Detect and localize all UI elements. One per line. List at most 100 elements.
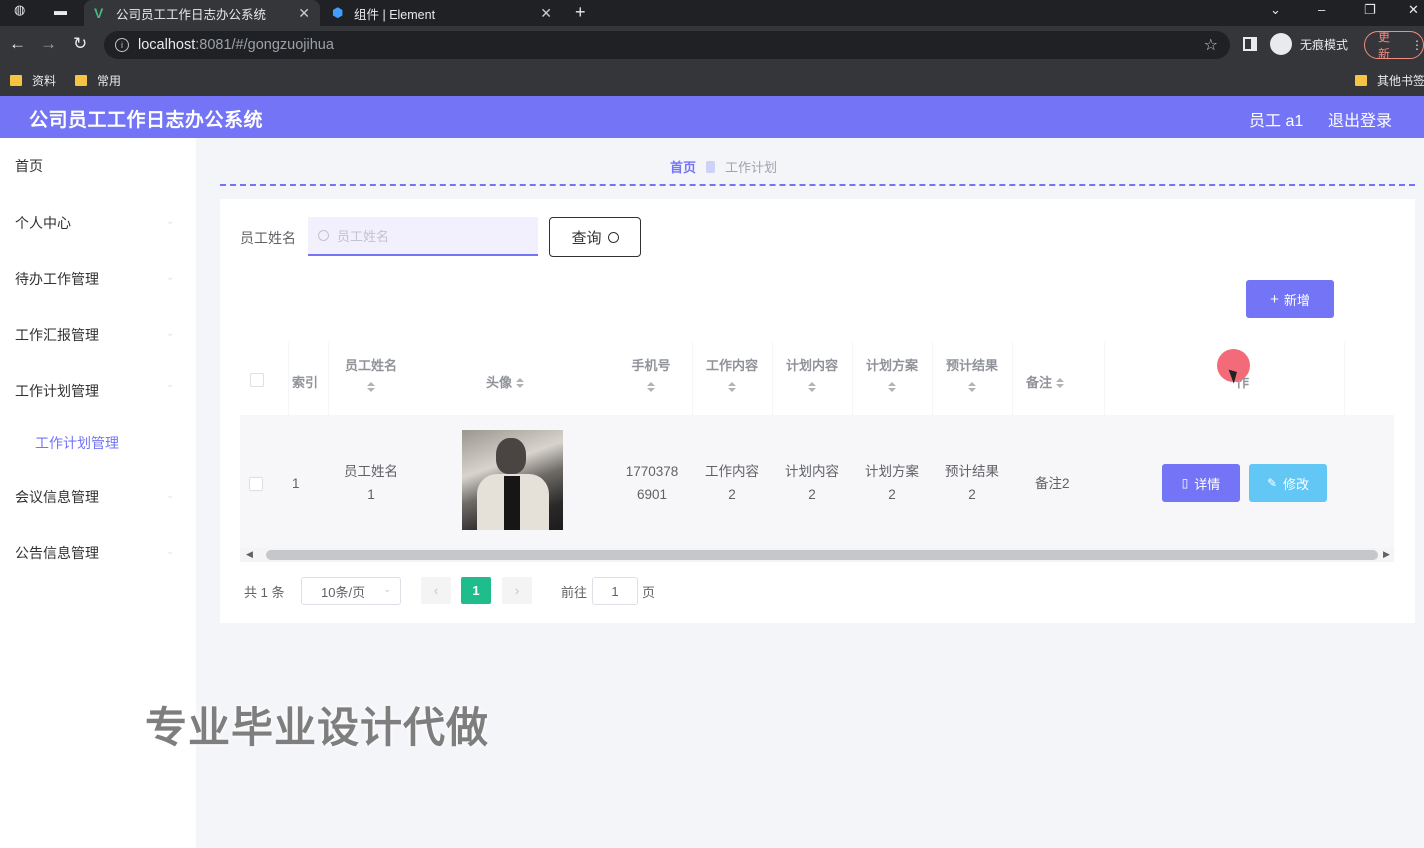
sort-icon[interactable]: [808, 382, 816, 393]
sidebar-item-meeting[interactable]: 会议信息管理: [15, 487, 99, 507]
th-remark[interactable]: 备注: [1026, 372, 1065, 391]
minimize-icon[interactable]: –: [1318, 2, 1325, 17]
chevron-icon: ⌄: [166, 490, 175, 501]
tab-element[interactable]: ⬢ 组件 | Element ✕: [322, 0, 562, 26]
cell-plan-line1: 计划内容: [785, 464, 839, 479]
tab-list-chevron-icon[interactable]: ⌄: [1270, 2, 1281, 18]
sidebar-subitem-plan-manage[interactable]: 工作计划管理: [35, 433, 119, 453]
back-icon[interactable]: ←: [9, 34, 26, 54]
breadcrumb-home[interactable]: 首页: [670, 157, 696, 176]
kebab-menu-icon[interactable]: ⋮: [1411, 38, 1423, 52]
sort-icon[interactable]: [647, 382, 655, 393]
th-plan[interactable]: 计划内容: [779, 355, 845, 393]
column-divider: [1344, 342, 1345, 415]
cell-name-line2: 1: [367, 487, 375, 502]
sidebar-item-todo[interactable]: 待办工作管理: [15, 269, 99, 289]
th-result[interactable]: 预计结果: [939, 355, 1005, 393]
sidebar-item-personal[interactable]: 个人中心: [15, 213, 71, 233]
add-button-label: 新增: [1283, 292, 1310, 308]
th-name-label: 员工姓名: [344, 358, 397, 373]
other-bookmarks[interactable]: 其他书签: [1355, 72, 1424, 89]
watermark-text: 专业毕业设计代做: [145, 704, 490, 751]
query-button[interactable]: 查询: [549, 217, 641, 257]
cell-scheme-line2: 2: [888, 487, 896, 502]
reload-icon[interactable]: ↻: [73, 34, 87, 54]
sidebar-item-notice[interactable]: 公告信息管理: [15, 543, 99, 563]
horizontal-scrollbar[interactable]: ◀ ▶: [240, 548, 1394, 562]
bookmarks-bar: 资料 常用 其他书签: [0, 64, 1424, 96]
window-close-icon[interactable]: ✕: [1408, 2, 1419, 18]
folder-icon: [1355, 75, 1367, 86]
bookmark-folder-common[interactable]: 常用: [75, 72, 121, 89]
update-button[interactable]: 更新 ⋮: [1364, 30, 1424, 61]
restore-icon[interactable]: ❐: [1364, 2, 1376, 18]
bookmark-folder-docs[interactable]: 资料: [10, 72, 56, 89]
th-index[interactable]: 索引: [292, 372, 318, 391]
th-work[interactable]: 工作内容: [699, 355, 765, 393]
pagination-total: 共 1 条: [244, 585, 285, 600]
sort-icon[interactable]: [367, 382, 375, 393]
scroll-right-icon[interactable]: ▶: [1383, 549, 1390, 560]
scrollbar-thumb[interactable]: [266, 550, 1378, 560]
sidebar-item-plan[interactable]: 工作计划管理: [15, 381, 99, 401]
add-button[interactable]: + 新增: [1246, 280, 1334, 318]
side-panel-icon[interactable]: [1243, 37, 1257, 51]
sort-icon[interactable]: [968, 382, 976, 393]
forward-icon[interactable]: →: [40, 34, 57, 54]
sort-icon[interactable]: [728, 382, 736, 393]
row-checkbox[interactable]: [249, 477, 263, 491]
cell-name-line1: 员工姓名: [344, 464, 398, 479]
cell-scheme: 计划方案 2: [859, 460, 925, 506]
page-number-current[interactable]: 1: [461, 577, 491, 604]
app-title: 公司员工工作日志办公系统: [29, 110, 264, 131]
column-divider: [328, 342, 329, 415]
cell-phone-line2: 6901: [636, 487, 668, 502]
sidebar-item-home[interactable]: 首页: [15, 156, 43, 176]
select-all-checkbox[interactable]: [250, 373, 264, 387]
column-divider: [1012, 342, 1013, 415]
sort-icon[interactable]: [516, 378, 525, 389]
sort-icon[interactable]: [888, 382, 896, 393]
sidebar-item-report[interactable]: 工作汇报管理: [15, 325, 99, 345]
th-name[interactable]: 员工姓名: [338, 355, 404, 393]
page-size-select[interactable]: 10条/页 ⌄: [301, 577, 401, 605]
app-header: 公司员工工作日志办公系统 员工 a1 退出登录: [0, 96, 1424, 138]
th-avatar[interactable]: 头像: [486, 372, 525, 391]
edit-pen-icon: ✎: [1266, 476, 1278, 490]
close-icon[interactable]: ✕: [540, 5, 552, 22]
prev-page-button[interactable]: ‹: [421, 577, 451, 604]
search-input[interactable]: 员工姓名: [308, 217, 538, 256]
address-bar: ← → ↻ i localhost:8081/#/gongzuojihua ☆ …: [0, 26, 1424, 64]
plus-icon: +: [1270, 290, 1279, 308]
th-index-label: 索引: [292, 375, 319, 390]
new-tab-icon[interactable]: +: [575, 2, 586, 23]
url-field[interactable]: i localhost:8081/#/gongzuojihua ☆: [104, 31, 1230, 59]
cell-work-line2: 2: [728, 487, 736, 502]
incognito-indicator[interactable]: 无痕模式: [1270, 33, 1348, 55]
cell-phone-line1: 1770378: [625, 464, 679, 479]
goto-label: 前往: [561, 585, 588, 600]
th-scheme[interactable]: 计划方案: [859, 355, 925, 393]
tab-search-icon[interactable]: ▬: [54, 3, 67, 18]
chevron-down-icon: ⌄: [383, 584, 391, 594]
th-phone-label: 手机号: [631, 358, 671, 373]
incognito-label: 无痕模式: [1300, 37, 1349, 52]
close-icon[interactable]: ✕: [298, 5, 310, 22]
scroll-left-icon[interactable]: ◀: [246, 549, 253, 560]
bookmark-star-icon[interactable]: ☆: [1204, 35, 1218, 55]
edit-button[interactable]: ✎ 修改: [1249, 464, 1327, 502]
sort-icon[interactable]: [1056, 378, 1065, 389]
goto-page-input[interactable]: 1: [592, 577, 638, 605]
next-page-button[interactable]: ›: [502, 577, 532, 604]
logout-link[interactable]: 退出登录: [1328, 107, 1392, 131]
th-avatar-label: 头像: [486, 375, 513, 390]
globe-icon[interactable]: ◍: [14, 2, 25, 18]
site-info-icon[interactable]: i: [115, 38, 129, 52]
bookmark-label: 常用: [97, 74, 122, 88]
detail-button[interactable]: ▯ 详情: [1162, 464, 1240, 502]
tab-app[interactable]: V 公司员工工作日志办公系统 ✕: [84, 0, 320, 26]
th-phone[interactable]: 手机号: [618, 355, 684, 393]
other-bookmarks-label: 其他书签: [1377, 74, 1424, 88]
chevron-icon: ⌃: [166, 384, 175, 395]
bookmark-label: 资料: [32, 74, 57, 88]
